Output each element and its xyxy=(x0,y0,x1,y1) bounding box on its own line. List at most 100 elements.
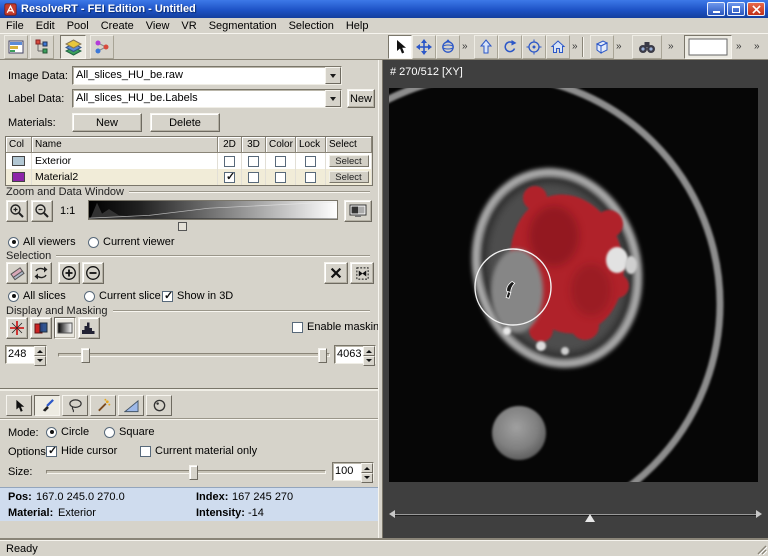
show-in-3d-checkbox[interactable]: Show in 3D xyxy=(162,290,233,302)
trackball-tool-button[interactable] xyxy=(436,35,460,59)
maximize-button[interactable] xyxy=(727,2,745,16)
range-max-spinner[interactable]: 4063 xyxy=(334,345,376,364)
material-3d-checkbox[interactable] xyxy=(248,172,259,183)
menu-help[interactable]: Help xyxy=(340,19,375,33)
spin-down-button[interactable] xyxy=(363,356,375,366)
menu-create[interactable]: Create xyxy=(95,19,140,33)
size-spinner[interactable]: 100 xyxy=(332,462,374,481)
size-slider-track[interactable] xyxy=(46,470,326,474)
radio-icon[interactable] xyxy=(84,291,95,302)
material-color-swatch[interactable] xyxy=(12,172,25,182)
toolbar-overflow-chevron[interactable]: » xyxy=(754,41,760,52)
size-slider-thumb[interactable] xyxy=(189,465,198,480)
label-data-dropdown-button[interactable] xyxy=(325,90,341,107)
image-data-dropdown-button[interactable] xyxy=(325,67,341,84)
data-window-widget[interactable] xyxy=(88,200,338,234)
zoom-out-button[interactable] xyxy=(31,200,53,222)
data-window-slider[interactable] xyxy=(88,220,338,233)
pan-tool-button[interactable] xyxy=(412,35,436,59)
seek-target-button[interactable] xyxy=(522,35,546,59)
toolbar-overflow-chevron[interactable]: » xyxy=(736,41,742,52)
mode-square-radio[interactable]: Square xyxy=(104,426,154,438)
material-color-swatch[interactable] xyxy=(12,156,25,166)
colormap-button[interactable] xyxy=(54,317,76,339)
menu-selection[interactable]: Selection xyxy=(283,19,340,33)
radio-icon[interactable] xyxy=(46,427,57,438)
tab-threshold-tool[interactable] xyxy=(118,395,144,416)
menu-vr[interactable]: VR xyxy=(175,19,202,33)
all-viewers-radio[interactable]: All viewers xyxy=(8,236,76,248)
tab-lasso-tool[interactable] xyxy=(62,395,88,416)
materials-delete-button[interactable]: Delete xyxy=(150,113,220,132)
label-color-toggle-button[interactable] xyxy=(30,317,52,339)
segmentation-editor-button[interactable] xyxy=(60,35,86,59)
slice-viewer[interactable]: # 270/512 [XY] xyxy=(383,60,768,540)
graph-view-button[interactable] xyxy=(90,35,114,59)
data-window-slider-thumb[interactable] xyxy=(178,222,187,231)
toolbar-overflow-chevron[interactable]: » xyxy=(572,41,578,52)
crosshair-toggle-button[interactable] xyxy=(6,317,28,339)
spin-up-button[interactable] xyxy=(34,346,46,356)
spin-down-button[interactable] xyxy=(34,356,46,366)
radio-icon[interactable] xyxy=(88,237,99,248)
slider-left-arrow-icon[interactable] xyxy=(385,510,395,518)
checkbox-icon[interactable] xyxy=(162,291,173,302)
fit-to-selection-button[interactable] xyxy=(350,262,374,284)
material-lock-checkbox[interactable] xyxy=(305,172,316,183)
pointer-tool-button[interactable] xyxy=(388,35,412,59)
zoom-in-button[interactable] xyxy=(6,200,28,222)
pool-view-button[interactable] xyxy=(4,35,28,59)
material-select-button[interactable]: Select xyxy=(329,171,369,183)
range-max-value[interactable]: 4063 xyxy=(335,346,363,363)
grow-selection-button[interactable] xyxy=(58,262,80,284)
single-viewport-layout-button[interactable] xyxy=(684,35,732,59)
spin-up-button[interactable] xyxy=(361,463,373,473)
shrink-selection-button[interactable] xyxy=(82,262,104,284)
material-lock-checkbox[interactable] xyxy=(305,156,316,167)
display-range-button[interactable] xyxy=(344,200,372,222)
tab-pick-tool[interactable] xyxy=(6,395,32,416)
range-slider-track[interactable] xyxy=(58,353,330,357)
material-name[interactable]: Material2 xyxy=(32,169,218,185)
material-2d-checkbox[interactable] xyxy=(224,156,235,167)
tab-magic-wand-tool[interactable] xyxy=(90,395,116,416)
titlebar[interactable]: ResolveRT - FEI Edition - Untitled xyxy=(0,0,768,18)
image-data-combo[interactable]: All_slices_HU_be.raw xyxy=(72,66,342,85)
histogram-gradient[interactable] xyxy=(88,200,338,220)
home-view-button[interactable] xyxy=(546,35,570,59)
material-row-material2[interactable]: Material2 Select xyxy=(6,169,372,185)
view-all-button[interactable] xyxy=(632,35,662,59)
range-min-spinner[interactable]: 248 xyxy=(5,345,47,364)
clear-selection-button[interactable] xyxy=(6,262,28,284)
ct-slice-canvas[interactable] xyxy=(389,88,758,482)
checkbox-icon[interactable] xyxy=(46,446,57,457)
menu-view[interactable]: View xyxy=(140,19,176,33)
translate-up-button[interactable] xyxy=(474,35,498,59)
enable-masking-checkbox[interactable]: Enable masking xyxy=(292,321,385,333)
slider-right-arrow-icon[interactable] xyxy=(756,510,766,518)
range-min-value[interactable]: 248 xyxy=(6,346,34,363)
toolbar-overflow-chevron[interactable]: » xyxy=(462,41,468,52)
size-value[interactable]: 100 xyxy=(333,463,361,480)
current-slice-radio[interactable]: Current slice xyxy=(84,290,161,302)
menu-pool[interactable]: Pool xyxy=(61,19,95,33)
slice-slider[interactable] xyxy=(383,506,768,524)
mode-circle-radio[interactable]: Circle xyxy=(46,426,89,438)
range-slider-min-thumb[interactable] xyxy=(81,348,90,363)
current-material-only-checkbox[interactable]: Current material only xyxy=(140,445,257,457)
toolbar-overflow-chevron[interactable]: » xyxy=(668,41,674,52)
resize-grip[interactable] xyxy=(754,542,767,555)
material-2d-checkbox[interactable] xyxy=(224,172,235,183)
invert-selection-button[interactable] xyxy=(30,262,52,284)
spin-down-button[interactable] xyxy=(361,473,373,483)
slice-slider-track[interactable] xyxy=(395,514,756,515)
material-row-exterior[interactable]: Exterior Select xyxy=(6,153,372,169)
histogram-button[interactable] xyxy=(78,317,100,339)
material-select-button[interactable]: Select xyxy=(329,155,369,167)
slice-slider-thumb[interactable] xyxy=(585,509,595,522)
checkbox-icon[interactable] xyxy=(292,322,303,333)
material-3d-checkbox[interactable] xyxy=(248,156,259,167)
menu-edit[interactable]: Edit xyxy=(30,19,61,33)
menu-file[interactable]: File xyxy=(0,19,30,33)
tab-brush-tool[interactable] xyxy=(34,395,60,416)
